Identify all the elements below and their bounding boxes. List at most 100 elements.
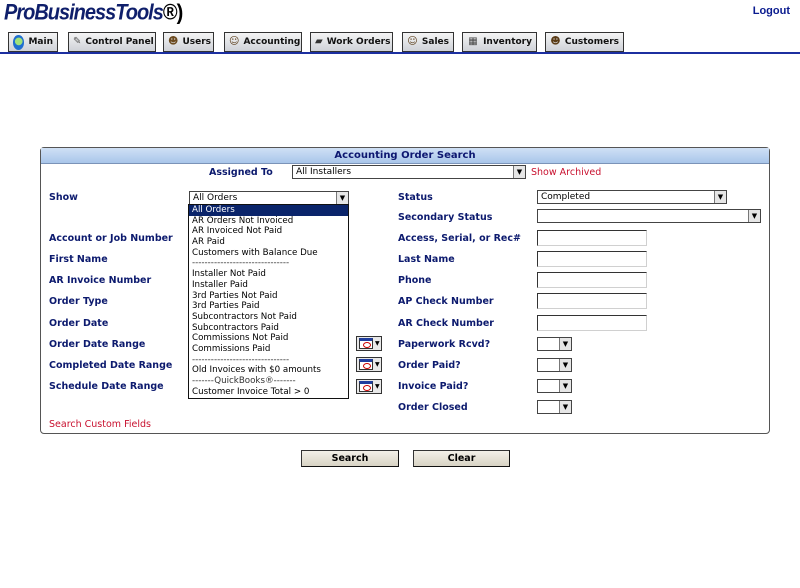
ar-invoice-label: AR Invoice Number (49, 275, 152, 286)
tab-label: Accounting (243, 37, 301, 47)
search-custom-fields-link[interactable]: Search Custom Fields (49, 419, 151, 430)
chevron-down-icon: ▼ (714, 191, 726, 203)
calendar-icon (359, 338, 373, 349)
show-option[interactable]: AR Orders Not Invoiced (189, 216, 348, 227)
calendar-icon (359, 359, 373, 370)
tab-label: Inventory (483, 37, 532, 47)
status-label: Status (398, 192, 433, 203)
chevron-down-icon: ▼ (375, 340, 380, 347)
secondary-status-select[interactable]: ▼ (537, 209, 761, 223)
calendar-icon (359, 381, 373, 392)
tab-label: Customers (564, 37, 619, 47)
logout-link[interactable]: Logout (753, 5, 790, 17)
show-option[interactable]: Old Invoices with $0 amounts (189, 365, 348, 376)
order-date-range-label: Order Date Range (49, 339, 146, 350)
access-serial-input[interactable] (537, 230, 647, 246)
order-closed-select[interactable]: ▼ (537, 400, 572, 414)
show-option[interactable]: All Orders (189, 205, 348, 216)
assigned-to-label: Assigned To (209, 167, 273, 178)
invoice-paid-label: Invoice Paid? (398, 381, 469, 392)
chevron-down-icon: ▼ (748, 210, 760, 222)
show-select-value: All Orders (193, 193, 238, 203)
assigned-to-select[interactable]: All Installers ▼ (292, 165, 526, 179)
show-option[interactable]: ------------------------------- (189, 355, 348, 366)
account-job-label: Account or Job Number (49, 233, 173, 244)
globe-icon: ● (13, 34, 25, 50)
inventory-icon: ▦ (468, 36, 478, 47)
secondary-status-label: Secondary Status (398, 212, 493, 223)
show-option[interactable]: 3rd Parties Not Paid (189, 291, 348, 302)
show-option[interactable]: Subcontractors Paid (189, 323, 348, 334)
tab-main[interactable]: ● Main (8, 32, 58, 52)
tab-label: Users (182, 37, 212, 47)
chevron-down-icon: ▼ (375, 383, 380, 390)
show-archived-link[interactable]: Show Archived (531, 167, 601, 178)
show-option[interactable]: Commissions Paid (189, 344, 348, 355)
chevron-down-icon: ▼ (513, 166, 525, 178)
first-name-label: First Name (49, 254, 108, 265)
show-option[interactable]: ------------------------------- (189, 258, 348, 269)
show-option[interactable]: Subcontractors Not Paid (189, 312, 348, 323)
salesperson-icon: ☺ (407, 36, 418, 47)
tab-customers[interactable]: ☻ Customers (545, 32, 624, 52)
customers-icon: ☻ (550, 36, 561, 47)
clear-button[interactable]: Clear (413, 450, 510, 467)
tab-label: Control Panel (85, 37, 154, 47)
chevron-down-icon: ▼ (559, 401, 571, 413)
main-tab-bar: ● Main ✎ Control Panel ☻ Users ☺ Account… (0, 30, 800, 54)
show-dropdown-list: All Orders AR Orders Not Invoiced AR Invoi… (188, 204, 349, 399)
ap-check-input[interactable] (537, 293, 647, 309)
invoice-paid-select[interactable]: ▼ (537, 379, 572, 393)
truck-icon: ▰ (315, 36, 323, 47)
show-option[interactable]: 3rd Parties Paid (189, 301, 348, 312)
order-date-calendar-button[interactable]: ▼ (356, 336, 382, 351)
show-option[interactable]: Installer Not Paid (189, 269, 348, 280)
chevron-down-icon: ▼ (375, 361, 380, 368)
show-option[interactable]: Customers with Balance Due (189, 248, 348, 259)
status-select[interactable]: Completed ▼ (537, 190, 727, 204)
assigned-to-value: All Installers (296, 167, 352, 177)
tab-control-panel[interactable]: ✎ Control Panel (68, 32, 156, 52)
phone-input[interactable] (537, 272, 647, 288)
tab-sales[interactable]: ☺ Sales (402, 32, 454, 52)
ar-check-input[interactable] (537, 315, 647, 331)
schedule-date-range-label: Schedule Date Range (49, 381, 164, 392)
order-date-label: Order Date (49, 318, 109, 329)
tab-label: Sales (421, 37, 449, 47)
paperwork-label: Paperwork Rcvd? (398, 339, 491, 350)
show-option[interactable]: Commissions Not Paid (189, 333, 348, 344)
order-closed-label: Order Closed (398, 402, 468, 413)
chevron-down-icon: ▼ (559, 359, 571, 371)
order-paid-select[interactable]: ▼ (537, 358, 572, 372)
tab-accounting[interactable]: ☺ Accounting (224, 32, 302, 52)
tab-inventory[interactable]: ▦ Inventory (462, 32, 537, 52)
show-option[interactable]: AR Invoiced Not Paid (189, 226, 348, 237)
users-icon: ☻ (168, 36, 179, 47)
show-option[interactable]: AR Paid (189, 237, 348, 248)
tab-label: Main (28, 37, 53, 47)
show-option[interactable]: -------QuickBooks®------- (189, 376, 348, 387)
show-option[interactable]: Installer Paid (189, 280, 348, 291)
last-name-label: Last Name (398, 254, 455, 265)
show-option[interactable]: Customer Invoice Total > 0 (189, 387, 348, 398)
ar-check-label: AR Check Number (398, 318, 494, 329)
paperwork-select[interactable]: ▼ (537, 337, 572, 351)
panel-title: Accounting Order Search (41, 148, 769, 164)
tab-work-orders[interactable]: ▰ Work Orders (310, 32, 393, 52)
search-button[interactable]: Search (301, 450, 399, 467)
order-type-label: Order Type (49, 296, 108, 307)
access-serial-label: Access, Serial, or Rec# (398, 233, 521, 244)
phone-label: Phone (398, 275, 432, 286)
ap-check-label: AP Check Number (398, 296, 494, 307)
show-label: Show (49, 192, 78, 203)
completed-date-calendar-button[interactable]: ▼ (356, 357, 382, 372)
schedule-date-calendar-button[interactable]: ▼ (356, 379, 382, 394)
chevron-down-icon: ▼ (559, 380, 571, 392)
completed-date-range-label: Completed Date Range (49, 360, 173, 371)
app-logo: ProBusinessTools®) (4, 0, 183, 26)
last-name-input[interactable] (537, 251, 647, 267)
show-select[interactable]: All Orders ▼ (189, 191, 349, 205)
accountant-icon: ☺ (229, 36, 240, 47)
tab-users[interactable]: ☻ Users (163, 32, 214, 52)
chevron-down-icon: ▼ (559, 338, 571, 350)
